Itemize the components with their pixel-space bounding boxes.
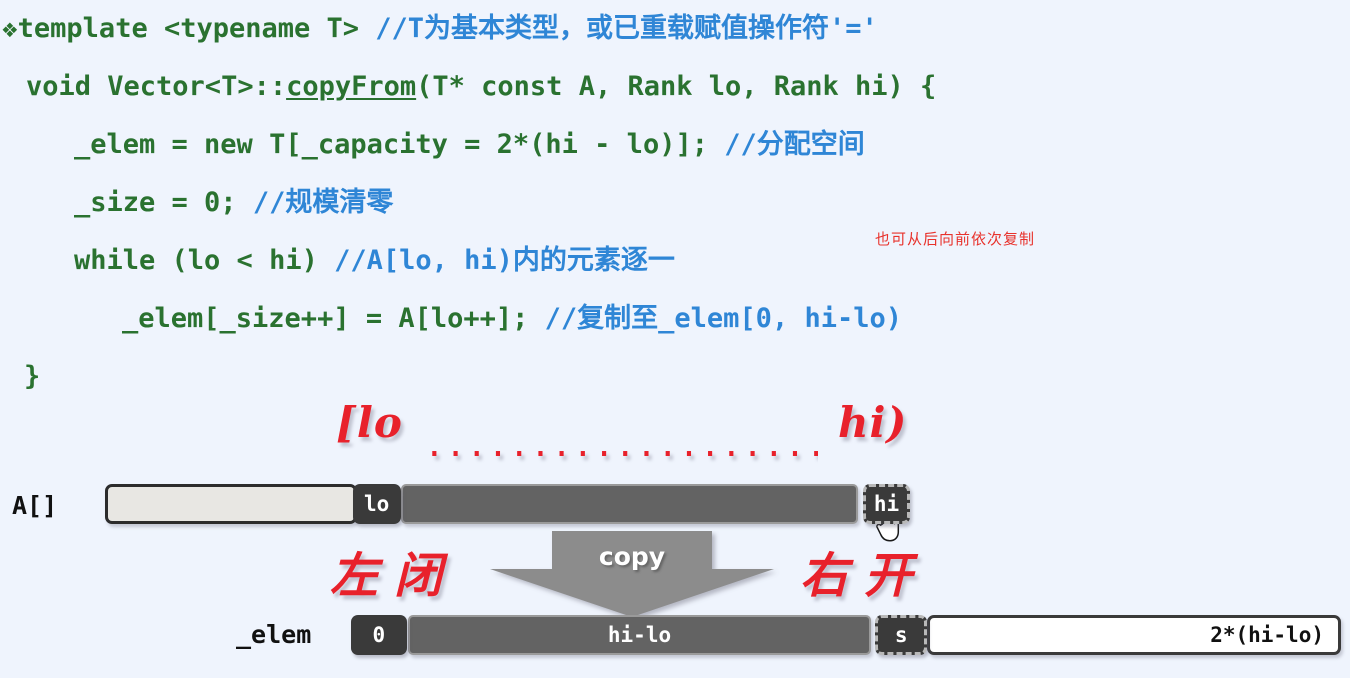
annotation-range-close: hi): [838, 398, 908, 447]
elem-marker-zero[interactable]: 0: [351, 615, 407, 655]
code-text: (T* const A, Rank lo, Rank hi) {: [416, 71, 937, 102]
code-text: void Vector<T>::: [26, 71, 287, 102]
code-text: while (lo < hi): [74, 245, 335, 276]
annotation-range-open: [lo: [336, 398, 403, 447]
elem-row-label: _elem: [236, 620, 312, 649]
code-comment: //分配空间: [724, 129, 865, 160]
code-comment: //复制至_elem[0, hi-lo): [544, 303, 902, 334]
elem-bar: 0 hi-lo s 2*(hi-lo): [351, 615, 1341, 655]
code-line-6: _elem[_size++] = A[lo++]; //复制至_elem[0, …: [0, 290, 1350, 348]
copy-arrow-icon: copy: [484, 531, 780, 618]
elem-segment-capacity: 2*(hi-lo): [927, 615, 1341, 655]
array-segment-range: [400, 484, 859, 524]
code-line-1: ❖template <typename T> //T为基本类型，或已重载赋值操作…: [0, 0, 1350, 58]
elem-marker-size[interactable]: s: [875, 615, 928, 655]
diamond-bullet-icon: ❖: [2, 14, 18, 44]
code-comment: //T为基本类型，或已重载赋值操作符'=': [375, 13, 878, 44]
code-line-7: }: [0, 348, 1350, 406]
slide-canvas: ❖template <typename T> //T为基本类型，或已重载赋值操作…: [0, 0, 1350, 678]
annotation-range-dots: ..........................: [428, 420, 818, 466]
code-text: }: [24, 361, 41, 392]
annotation-left-closed: 左闭: [330, 548, 459, 604]
code-comment: //A[lo, hi)内的元素逐一: [334, 245, 675, 276]
elem-segment-copied: hi-lo: [407, 615, 872, 655]
code-line-3: _elem = new T[_capacity = 2*(hi - lo)]; …: [0, 116, 1350, 174]
code-text: _elem[_size++] = A[lo++];: [122, 303, 545, 334]
annotation-right-open: 右开: [800, 548, 929, 604]
array-row-label: A[]: [12, 491, 58, 520]
annotation-reverse-copy-note: 也可从后向前依次复制: [875, 230, 1036, 248]
array-segment-before-lo: [105, 484, 357, 524]
array-bar: lo hi: [105, 484, 910, 524]
array-marker-lo[interactable]: lo: [352, 484, 401, 524]
code-text: template <typename T>: [17, 13, 376, 44]
code-link-copyfrom[interactable]: copyFrom: [286, 71, 416, 102]
code-text: _elem = new T[_capacity = 2*(hi - lo)];: [74, 129, 725, 160]
array-marker-hi[interactable]: hi: [863, 484, 910, 524]
code-line-5: while (lo < hi) //A[lo, hi)内的元素逐一: [0, 232, 1350, 290]
code-text: _size = 0;: [74, 187, 253, 218]
code-comment: //规模清零: [252, 187, 394, 218]
code-line-4: _size = 0; //规模清零: [0, 174, 1350, 232]
code-block: ❖template <typename T> //T为基本类型，或已重载赋值操作…: [0, 0, 1350, 406]
code-line-2: void Vector<T>::copyFrom(T* const A, Ran…: [0, 58, 1350, 116]
